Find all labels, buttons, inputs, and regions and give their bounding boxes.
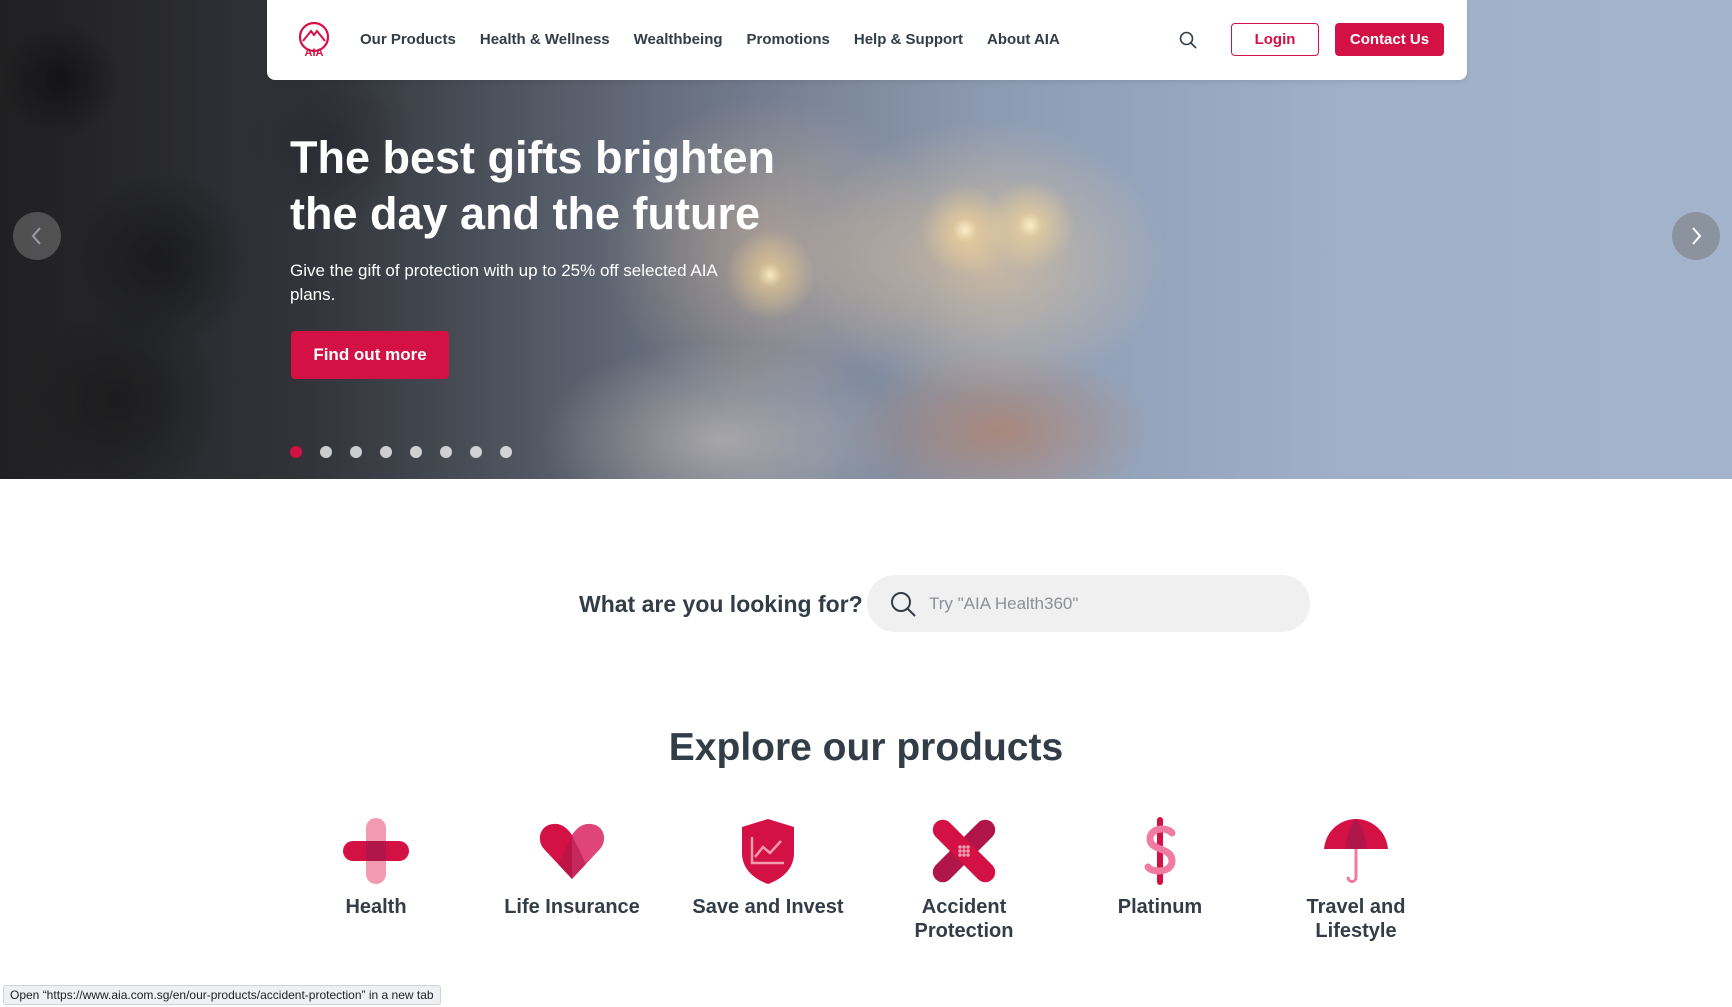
carousel-prev-button[interactable] <box>13 212 61 260</box>
product-travel-lifestyle[interactable]: Travel and Lifestyle <box>1271 815 1441 943</box>
bandage-icon <box>932 819 996 883</box>
sparkle-decoration <box>985 180 1075 270</box>
product-save-invest[interactable]: Save and Invest <box>683 815 853 919</box>
svg-text:AIA: AIA <box>305 47 324 58</box>
nav-links: Our Products Health & Wellness Wealthbei… <box>360 0 1084 78</box>
nav-about-aia[interactable]: About AIA <box>987 31 1060 48</box>
top-navbar: AIA Our Products Health & Wellness Wealt… <box>267 0 1467 80</box>
product-label: Platinum <box>1117 896 1203 918</box>
login-button[interactable]: Login <box>1231 23 1319 56</box>
carousel-dots <box>290 446 512 458</box>
search-icon <box>891 592 916 617</box>
heart-icon <box>539 823 605 879</box>
browser-status-bar: Open “https://www.aia.com.sg/en/our-prod… <box>3 985 441 1005</box>
product-label: Health <box>345 896 407 918</box>
search-icon[interactable] <box>1178 30 1198 50</box>
carousel-dot[interactable] <box>470 446 482 458</box>
product-platinum[interactable]: Platinum <box>1075 815 1245 919</box>
nav-health-wellness[interactable]: Health & Wellness <box>480 31 610 48</box>
product-life-insurance[interactable]: Life Insurance <box>487 815 657 919</box>
carousel-dot[interactable] <box>380 446 392 458</box>
search-box[interactable] <box>867 575 1310 632</box>
product-health[interactable]: Health <box>291 815 461 919</box>
carousel-dot[interactable] <box>440 446 452 458</box>
hero-title: The best gifts brighten the day and the … <box>290 132 776 239</box>
product-label: Save and Invest <box>692 896 844 918</box>
product-label: Accident Protection <box>914 896 1014 942</box>
search-input[interactable] <box>929 575 1289 632</box>
shield-chart-icon <box>742 819 794 884</box>
carousel-dot[interactable] <box>320 446 332 458</box>
product-label: Travel and Lifestyle <box>1306 896 1406 942</box>
umbrella-icon <box>1324 819 1388 883</box>
carousel-dot[interactable] <box>350 446 362 458</box>
chevron-right-icon <box>1692 227 1702 245</box>
aia-logo-icon[interactable]: AIA <box>297 22 331 58</box>
nav-our-products[interactable]: Our Products <box>360 31 456 48</box>
carousel-dot[interactable] <box>410 446 422 458</box>
product-accident-protection[interactable]: Accident Protection <box>879 815 1049 943</box>
search-prompt-label: What are you looking for? <box>579 591 863 617</box>
contact-us-button[interactable]: Contact Us <box>1335 23 1444 56</box>
find-out-more-button[interactable]: Find out more <box>291 331 449 379</box>
nav-help-support[interactable]: Help & Support <box>854 31 963 48</box>
chevron-left-icon <box>31 227 41 245</box>
health-cross-icon <box>343 818 409 884</box>
carousel-dot[interactable] <box>500 446 512 458</box>
products-section-title: Explore our products <box>668 726 1064 769</box>
nav-promotions[interactable]: Promotions <box>747 31 830 48</box>
hero-subtitle: Give the gift of protection with up to 2… <box>290 261 717 304</box>
dollar-icon <box>1144 817 1176 885</box>
product-label: Life Insurance <box>504 896 640 918</box>
nav-wealthbeing[interactable]: Wealthbeing <box>634 31 723 48</box>
carousel-next-button[interactable] <box>1672 212 1720 260</box>
carousel-dot[interactable] <box>290 446 302 458</box>
